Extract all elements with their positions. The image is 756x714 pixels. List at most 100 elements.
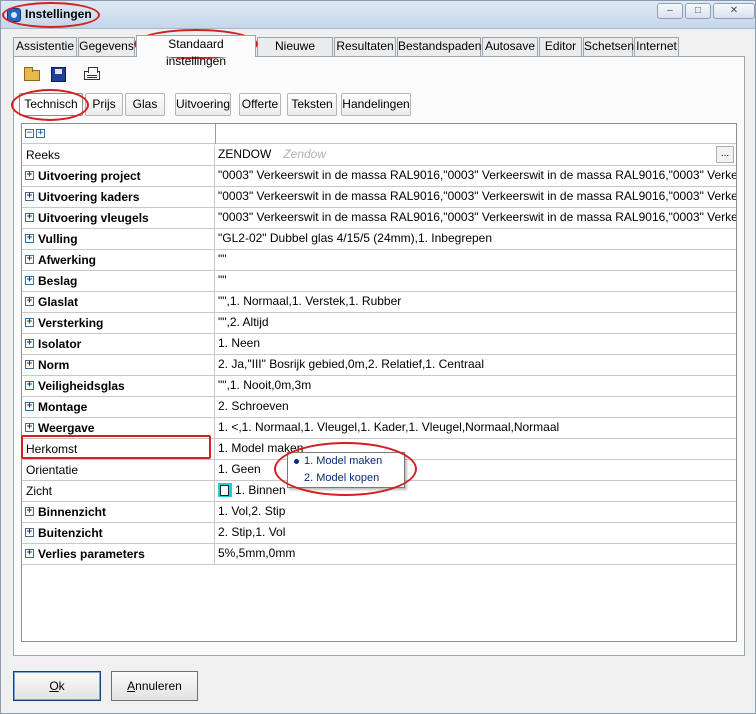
tab-internet[interactable]: Internet bbox=[634, 37, 679, 56]
expand-icon[interactable]: + bbox=[25, 402, 34, 411]
row-label-text: Herkomst bbox=[26, 442, 78, 456]
column-separator[interactable] bbox=[215, 124, 216, 144]
expand-all-icon[interactable]: + bbox=[36, 129, 45, 138]
row-weergave[interactable]: + Weergave 1. <,1. Normaal,1. Vleugel,1. K… bbox=[22, 418, 736, 439]
row-buitenzicht[interactable]: + Buitenzicht 2. Stip,1. Vol bbox=[22, 523, 736, 544]
tab-nieuwe-groep[interactable]: Nieuwe groep bbox=[257, 37, 333, 70]
row-value-text: 1. <,1. Normaal,1. Vleugel,1. Kader,1. V… bbox=[218, 420, 560, 434]
row-norm[interactable]: + Norm 2. Ja,"III" Bosrijk gebied,0m,2. Re… bbox=[22, 355, 736, 376]
expand-icon[interactable]: + bbox=[25, 507, 34, 516]
tab-schetsen[interactable]: Schetsen bbox=[583, 37, 634, 56]
row-label: + Uitvoering project bbox=[22, 166, 215, 186]
expand-icon[interactable]: + bbox=[25, 339, 34, 348]
tab-editor[interactable]: Editor bbox=[539, 37, 582, 56]
row-value[interactable]: "0003" Verkeerswit in de massa RAL9016,"… bbox=[217, 166, 736, 186]
title-bar[interactable]: Instellingen – □ ✕ bbox=[1, 1, 755, 29]
row-afwerking[interactable]: + Afwerking "" bbox=[22, 250, 736, 271]
row-value[interactable]: "GL2-02" Dubbel glas 4/15/5 (24mm),1. In… bbox=[217, 229, 736, 249]
row-value[interactable]: 2. Schroeven bbox=[217, 397, 736, 417]
row-uitvoering-kaders[interactable]: + Uitvoering kaders "0003" Verkeerswit in … bbox=[22, 187, 736, 208]
row-uitvoering-vleugels[interactable]: + Uitvoering vleugels "0003" Verkeerswit i… bbox=[22, 208, 736, 229]
expand-icon[interactable]: + bbox=[25, 213, 34, 222]
row-glaslat[interactable]: + Glaslat "",1. Normaal,1. Verstek,1. Rubb… bbox=[22, 292, 736, 313]
row-vulling[interactable]: + Vulling "GL2-02" Dubbel glas 4/15/5 (24m… bbox=[22, 229, 736, 250]
row-binnenzicht[interactable]: + Binnenzicht 1. Vol,2. Stip bbox=[22, 502, 736, 523]
expand-icon[interactable]: + bbox=[25, 549, 34, 558]
tab-bestandspaden[interactable]: Bestandspaden bbox=[397, 37, 481, 56]
subtab-uitvoering[interactable]: Uitvoering bbox=[175, 93, 231, 116]
row-label: + Montage bbox=[22, 397, 215, 417]
row-value[interactable]: "" bbox=[217, 271, 736, 291]
subtab-handelingen[interactable]: Handelingen bbox=[341, 93, 411, 116]
popup-option-model-maken[interactable]: 1. Model maken bbox=[304, 453, 382, 469]
row-reeks[interactable]: Reeks ZENDOW Zendow... bbox=[22, 145, 736, 166]
row-value[interactable]: "",1. Nooit,0m,3m bbox=[217, 376, 736, 396]
row-veiligheidsglas[interactable]: + Veiligheidsglas "",1. Nooit,0m,3m bbox=[22, 376, 736, 397]
minimize-button[interactable]: – bbox=[657, 3, 683, 19]
expand-icon[interactable]: + bbox=[25, 297, 34, 306]
collapse-all-icon[interactable]: − bbox=[25, 129, 34, 138]
expand-icon[interactable]: + bbox=[25, 276, 34, 285]
ok-button[interactable]: Ok bbox=[13, 671, 101, 701]
row-value-text: "",2. Altijd bbox=[218, 315, 269, 329]
expand-icon[interactable]: + bbox=[25, 192, 34, 201]
row-montage[interactable]: + Montage 2. Schroeven bbox=[22, 397, 736, 418]
expand-icon[interactable]: + bbox=[25, 381, 34, 390]
close-button[interactable]: ✕ bbox=[713, 3, 755, 19]
tab-autosave[interactable]: Autosave bbox=[482, 37, 538, 56]
expand-icon[interactable]: + bbox=[25, 171, 34, 180]
row-isolator[interactable]: + Isolator 1. Neen bbox=[22, 334, 736, 355]
tab-standaard-instellingen[interactable]: Standaard instellingen bbox=[136, 35, 256, 68]
expand-icon[interactable]: + bbox=[25, 360, 34, 369]
ok-button-label: Ok bbox=[49, 679, 65, 693]
row-versterking[interactable]: + Versterking "",2. Altijd bbox=[22, 313, 736, 334]
subtab-offerte[interactable]: Offerte bbox=[239, 93, 281, 116]
browse-button[interactable]: ... bbox=[716, 146, 734, 163]
grid-header: − + bbox=[22, 124, 736, 144]
row-value[interactable]: 2. Ja,"III" Bosrijk gebied,0m,2. Relatie… bbox=[217, 355, 736, 375]
expand-icon[interactable]: + bbox=[25, 318, 34, 327]
popup-option-model-kopen[interactable]: 2. Model kopen bbox=[304, 470, 379, 486]
expand-icon[interactable]: + bbox=[25, 234, 34, 243]
row-label-text: Reeks bbox=[26, 148, 61, 162]
row-beslag[interactable]: + Beslag "" bbox=[22, 271, 736, 292]
view-direction-icon[interactable] bbox=[218, 483, 232, 497]
row-value[interactable]: "" bbox=[217, 250, 736, 270]
row-value[interactable]: "",2. Altijd bbox=[217, 313, 736, 333]
row-value[interactable]: "0003" Verkeerswit in de massa RAL9016,"… bbox=[217, 187, 736, 207]
row-label-text: Afwerking bbox=[38, 253, 97, 267]
row-label: + Buitenzicht bbox=[22, 523, 215, 543]
maximize-button[interactable]: □ bbox=[685, 3, 711, 19]
row-value[interactable]: "",1. Normaal,1. Verstek,1. Rubber bbox=[217, 292, 736, 312]
subtab-technisch[interactable]: Technisch bbox=[19, 93, 83, 116]
subtab-glas[interactable]: Glas bbox=[125, 93, 165, 116]
subtab-teksten[interactable]: Teksten bbox=[287, 93, 337, 116]
tab-gegevens[interactable]: Gegevens bbox=[78, 37, 135, 56]
row-value[interactable]: 1. Vol,2. Stip bbox=[217, 502, 736, 522]
row-verlies-parameters[interactable]: + Verlies parameters 5%,5mm,0mm bbox=[22, 544, 736, 565]
print-icon[interactable] bbox=[83, 66, 101, 84]
row-label-text: Weergave bbox=[38, 421, 95, 435]
row-value-text: "" bbox=[218, 273, 227, 287]
row-label-text: Buitenzicht bbox=[38, 526, 103, 540]
expand-icon[interactable]: + bbox=[25, 255, 34, 264]
row-label-text: Veiligheidsglas bbox=[38, 379, 125, 393]
expand-icon[interactable]: + bbox=[25, 528, 34, 537]
row-value-text: "GL2-02" Dubbel glas 4/15/5 (24mm),1. In… bbox=[218, 231, 493, 245]
save-icon[interactable] bbox=[49, 66, 67, 84]
row-value[interactable]: 5%,5mm,0mm bbox=[217, 544, 736, 564]
row-value[interactable]: "0003" Verkeerswit in de massa RAL9016,"… bbox=[217, 208, 736, 228]
cancel-button[interactable]: Annuleren bbox=[111, 671, 198, 701]
tab-assistentie[interactable]: Assistentie bbox=[13, 37, 77, 56]
tab-resultaten[interactable]: Resultaten bbox=[334, 37, 396, 56]
row-value[interactable]: 2. Stip,1. Vol bbox=[217, 523, 736, 543]
row-value[interactable]: 1. <,1. Normaal,1. Vleugel,1. Kader,1. V… bbox=[217, 418, 736, 438]
subtab-prijs[interactable]: Prijs bbox=[85, 93, 123, 116]
row-value-text: "",1. Nooit,0m,3m bbox=[218, 378, 312, 392]
expand-icon[interactable]: + bbox=[25, 423, 34, 432]
open-folder-icon[interactable] bbox=[23, 66, 41, 84]
row-uitvoering-project[interactable]: + Uitvoering project "0003" Verkeerswit in… bbox=[22, 166, 736, 187]
row-value[interactable]: ZENDOW Zendow... bbox=[217, 145, 736, 165]
row-value[interactable]: 1. Neen bbox=[217, 334, 736, 354]
row-label-text: Zicht bbox=[26, 484, 53, 498]
